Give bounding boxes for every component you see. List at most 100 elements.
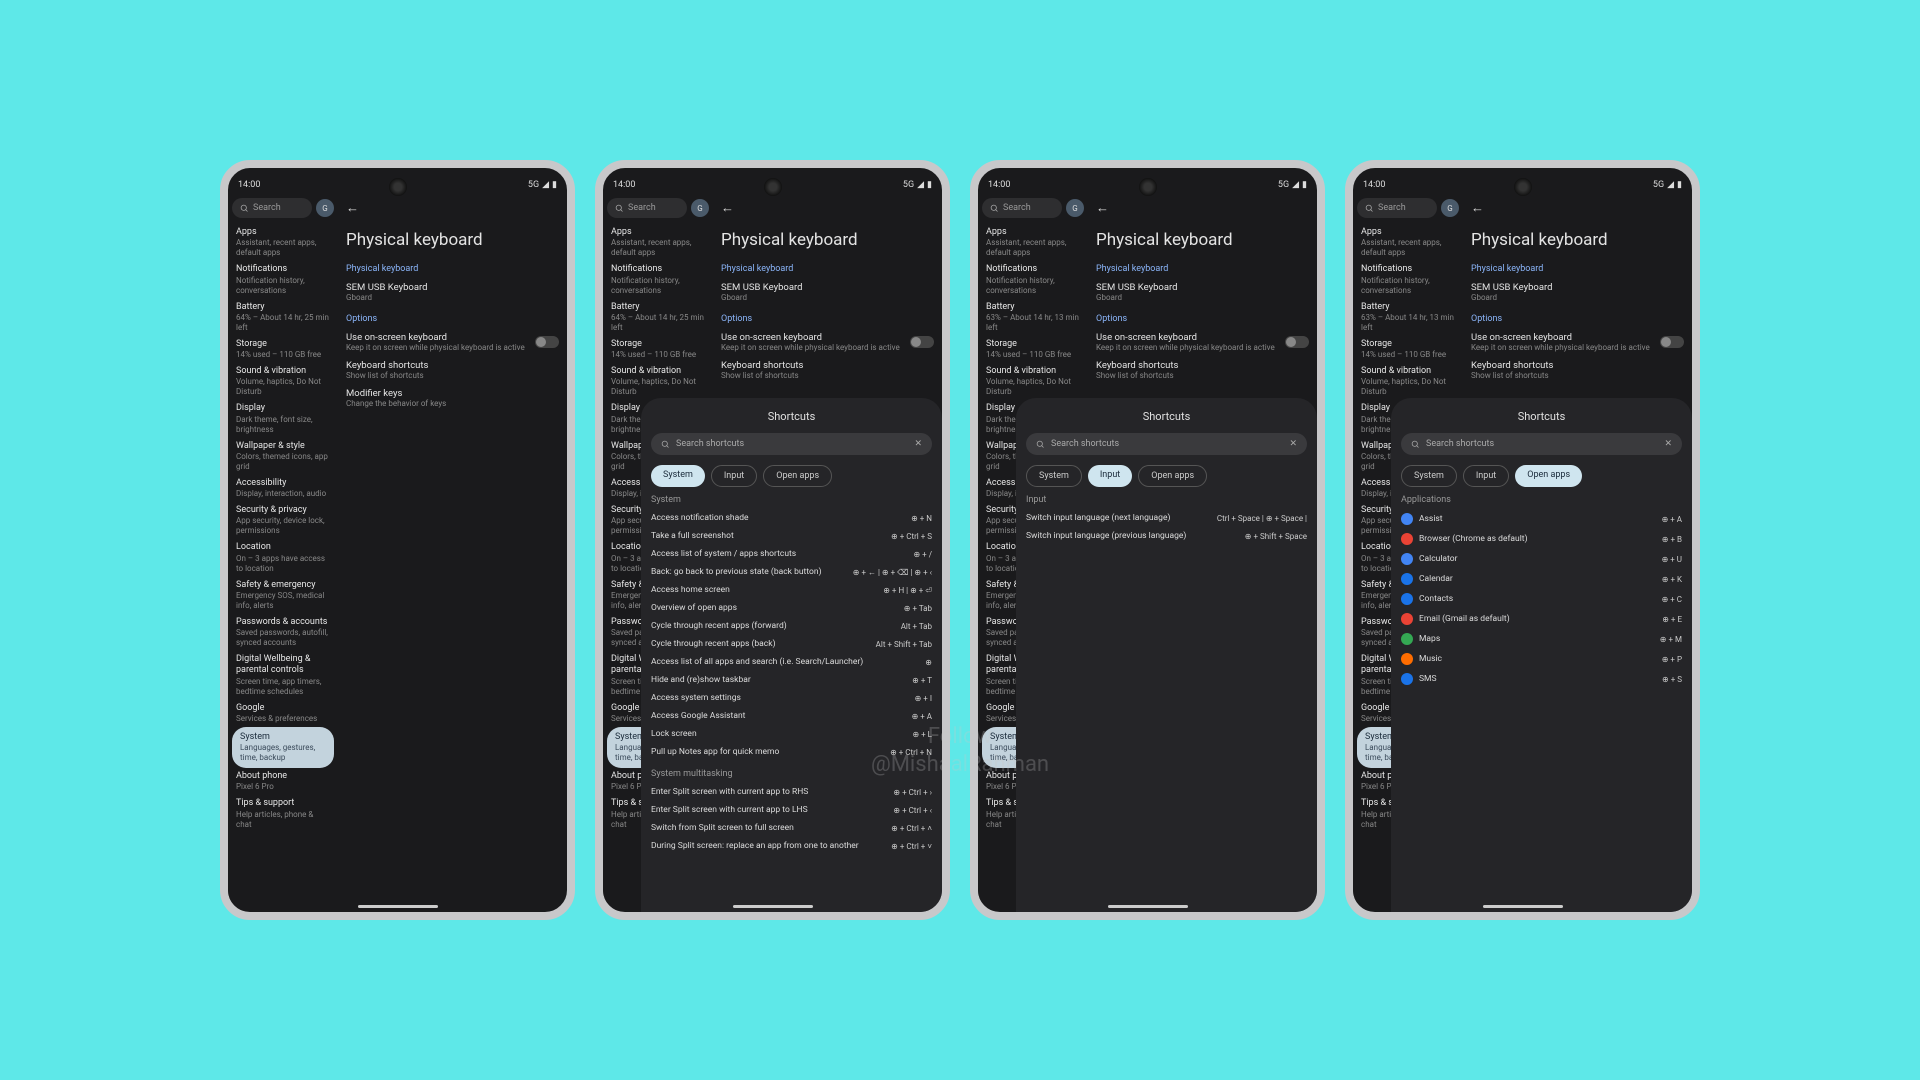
shortcut-label: SMS <box>1419 674 1656 684</box>
sidebar-item-battery[interactable]: Battery63% – About 14 hr, 13 min left <box>982 299 1084 336</box>
close-icon[interactable]: ✕ <box>1664 439 1672 449</box>
sidebar-item-apps[interactable]: AppsAssistant, recent apps, default apps <box>982 224 1084 261</box>
tab-open-apps[interactable]: Open apps <box>763 465 832 487</box>
close-icon[interactable]: ✕ <box>1289 439 1297 449</box>
sidebar-item-battery[interactable]: Battery64% – About 14 hr, 25 min left <box>607 299 709 336</box>
shortcut-row: Pull up Notes app for quick memo⊕ + Ctrl… <box>651 743 932 761</box>
sidebar-item-apps[interactable]: AppsAssistant, recent apps, default apps <box>1357 224 1459 261</box>
shortcut-label: Access notification shade <box>651 513 905 523</box>
sidebar-item-google[interactable]: GoogleServices & preferences <box>232 700 334 727</box>
home-bar[interactable] <box>1483 905 1563 908</box>
toggle[interactable] <box>535 336 559 348</box>
modifier-keys[interactable]: Modifier keysChange the behavior of keys <box>346 384 559 412</box>
sidebar-item-storage[interactable]: Storage14% used – 110 GB free <box>982 336 1084 363</box>
shortcut-row: Overview of open apps⊕ + Tab <box>651 599 932 617</box>
sidebar-item-sound-vibration[interactable]: Sound & vibrationVolume, haptics, Do Not… <box>232 363 334 400</box>
sidebar-item-system[interactable]: SystemLanguages, gestures, time, backup <box>232 727 334 768</box>
back-button[interactable]: ← <box>1096 200 1309 216</box>
toggle[interactable] <box>910 336 934 348</box>
sidebar-item-tips-support[interactable]: Tips & supportHelp articles, phone & cha… <box>232 795 334 832</box>
search-icon <box>615 204 624 213</box>
phone-2-shortcuts-system: 14:00 5G◢▮ Search G AppsAssistant, recen… <box>595 160 950 920</box>
shortcuts-overlay: Shortcuts Search shortcuts ✕ System Inpu… <box>641 398 942 912</box>
app-icon <box>1401 593 1413 605</box>
app-icon <box>1401 513 1413 525</box>
close-icon[interactable]: ✕ <box>914 439 922 449</box>
sidebar-item-wallpaper-style[interactable]: Wallpaper & styleColors, themed icons, a… <box>232 438 334 475</box>
overlay-title: Shortcuts <box>651 410 932 423</box>
sidebar-item-passwords-accounts[interactable]: Passwords & accountsSaved passwords, aut… <box>232 614 334 651</box>
keyboard-shortcuts[interactable]: Keyboard shortcutsShow list of shortcuts <box>346 356 559 384</box>
search-icon <box>240 204 249 213</box>
tab-input[interactable]: Input <box>1088 465 1132 487</box>
sidebar-item-digital-wellbeing-parental-controls[interactable]: Digital Wellbeing & parental controlsScr… <box>232 651 334 700</box>
avatar[interactable]: G <box>316 199 334 217</box>
sidebar-item-apps[interactable]: AppsAssistant, recent apps, default apps <box>607 224 709 261</box>
sidebar-item-display[interactable]: DisplayDark theme, font size, brightness <box>232 400 334 437</box>
sidebar-item-storage[interactable]: Storage14% used – 110 GB free <box>232 336 334 363</box>
shortcut-label: Assist <box>1419 514 1656 524</box>
sidebar-item-storage[interactable]: Storage14% used – 110 GB free <box>607 336 709 363</box>
shortcuts-search[interactable]: Search shortcuts ✕ <box>1026 433 1307 455</box>
sidebar-item-security-privacy[interactable]: Security & privacyApp security, device l… <box>232 502 334 539</box>
search-input[interactable]: Search <box>982 198 1062 218</box>
shortcuts-search[interactable]: Search shortcuts ✕ <box>1401 433 1682 455</box>
shortcut-label: Switch input language (previous language… <box>1026 531 1239 541</box>
sidebar-item-apps[interactable]: AppsAssistant, recent apps, default apps <box>232 224 334 261</box>
sidebar-item-sound-vibration[interactable]: Sound & vibrationVolume, haptics, Do Not… <box>982 363 1084 400</box>
shortcut-row: Calculator⊕ + U <box>1401 549 1682 569</box>
sidebar-item-sound-vibration[interactable]: Sound & vibrationVolume, haptics, Do Not… <box>1357 363 1459 400</box>
avatar[interactable]: G <box>1441 199 1459 217</box>
use-onscreen-keyboard[interactable]: Use on-screen keyboardKeep it on screen … <box>346 328 559 356</box>
avatar[interactable]: G <box>691 199 709 217</box>
section-header: Physical keyboard <box>346 264 559 274</box>
sidebar-item-sound-vibration[interactable]: Sound & vibrationVolume, haptics, Do Not… <box>607 363 709 400</box>
sidebar-item-location[interactable]: LocationOn – 3 apps have access to locat… <box>232 539 334 576</box>
sidebar-item-accessibility[interactable]: AccessibilityDisplay, interaction, audio <box>232 475 334 502</box>
tab-system[interactable]: System <box>1026 465 1082 487</box>
sidebar-item-battery[interactable]: Battery63% – About 14 hr, 13 min left <box>1357 299 1459 336</box>
home-bar[interactable] <box>733 905 813 908</box>
shortcut-row: Access home screen⊕ + H | ⊕ + ⏎ <box>651 581 932 599</box>
sidebar-item-safety-emergency[interactable]: Safety & emergencyEmergency SOS, medical… <box>232 577 334 614</box>
back-button[interactable]: ← <box>346 200 559 216</box>
page-title: Physical keyboard <box>1471 230 1684 250</box>
sidebar-item-notifications[interactable]: NotificationsNotification history, conve… <box>1357 261 1459 298</box>
sidebar-item-about-phone[interactable]: About phonePixel 6 Pro <box>232 768 334 795</box>
tab-input[interactable]: Input <box>711 465 757 487</box>
shortcut-keys: Ctrl + Space | ⊕ + Space | <box>1217 514 1307 523</box>
tab-open-apps[interactable]: Open apps <box>1515 465 1582 487</box>
shortcut-label: Access list of system / apps shortcuts <box>651 549 907 559</box>
shortcut-row: Cycle through recent apps (back)Alt + Sh… <box>651 635 932 653</box>
back-button[interactable]: ← <box>721 200 934 216</box>
sidebar-item-notifications[interactable]: NotificationsNotification history, conve… <box>982 261 1084 298</box>
toggle[interactable] <box>1660 336 1684 348</box>
camera-cutout <box>764 178 782 196</box>
tab-system[interactable]: System <box>1401 465 1457 487</box>
sidebar-item-notifications[interactable]: NotificationsNotification history, conve… <box>232 261 334 298</box>
home-bar[interactable] <box>358 905 438 908</box>
search-input[interactable]: Search <box>1357 198 1437 218</box>
search-icon <box>1365 204 1374 213</box>
page-title: Physical keyboard <box>346 230 559 250</box>
sidebar-item-storage[interactable]: Storage14% used – 110 GB free <box>1357 336 1459 363</box>
toggle[interactable] <box>1285 336 1309 348</box>
sidebar: Search G AppsAssistant, recent apps, def… <box>228 194 338 910</box>
tab-input[interactable]: Input <box>1463 465 1509 487</box>
shortcuts-search[interactable]: Search shortcuts ✕ <box>651 433 932 455</box>
shortcut-row: Hide and (re)show taskbar⊕ + T <box>651 671 932 689</box>
shortcut-row: Calendar⊕ + K <box>1401 569 1682 589</box>
search-input[interactable]: Search <box>232 198 312 218</box>
avatar[interactable]: G <box>1066 199 1084 217</box>
home-bar[interactable] <box>1108 905 1188 908</box>
shortcut-label: Lock screen <box>651 729 906 739</box>
sidebar-item-notifications[interactable]: NotificationsNotification history, conve… <box>607 261 709 298</box>
search-input[interactable]: Search <box>607 198 687 218</box>
shortcut-row: Access system settings⊕ + I <box>651 689 932 707</box>
keyboard-row[interactable]: SEM USB Keyboard Gboard <box>346 278 559 306</box>
tab-system[interactable]: System <box>651 465 705 487</box>
back-button[interactable]: ← <box>1471 200 1684 216</box>
tab-open-apps[interactable]: Open apps <box>1138 465 1207 487</box>
sidebar-item-battery[interactable]: Battery64% – About 14 hr, 25 min left <box>232 299 334 336</box>
shortcut-keys: ⊕ + Ctrl + N <box>890 748 932 757</box>
